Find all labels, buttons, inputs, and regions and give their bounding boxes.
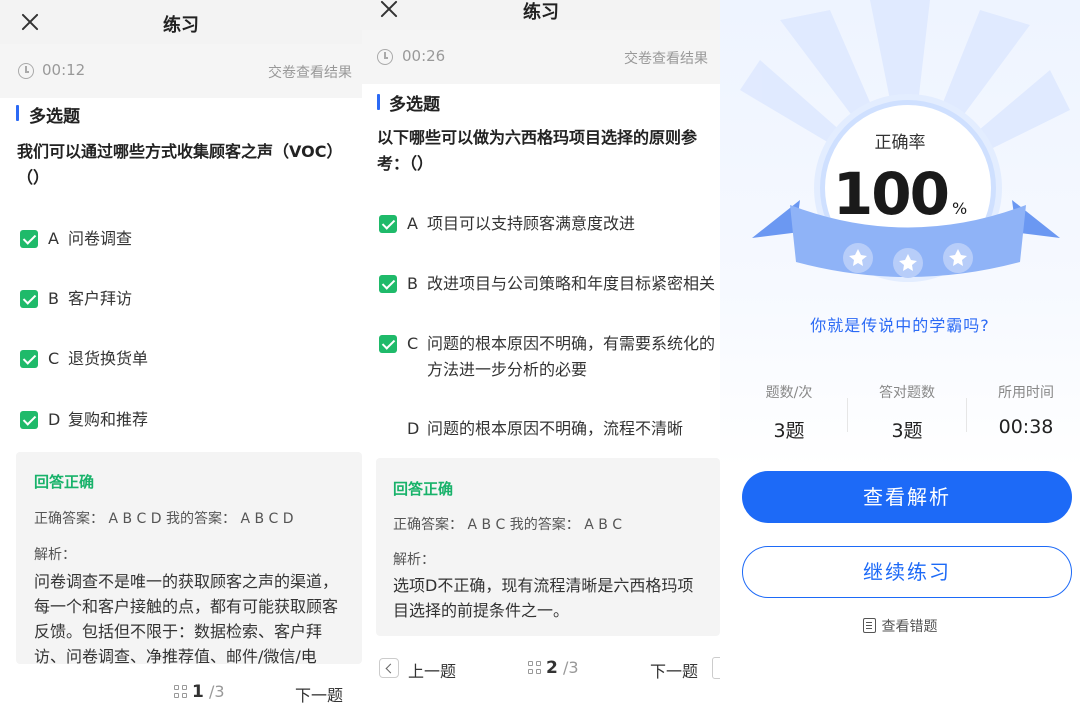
- header-bar: 练习: [362, 0, 720, 30]
- accuracy-label: 正确率: [874, 133, 926, 153]
- answer-line: 正确答案： A B C 我的答案： A B C: [393, 517, 623, 533]
- option-text: 退货换货单: [68, 349, 149, 368]
- prev-question-button[interactable]: 上一题: [408, 658, 456, 682]
- analysis-label: 解析：: [393, 552, 435, 568]
- timer: 00:26: [402, 47, 446, 65]
- stat-value: 00:38: [998, 416, 1054, 438]
- page-total: /3: [562, 658, 579, 677]
- stat-label: 所用时间: [998, 385, 1054, 401]
- slogan-text: 你就是传说中的学霸吗?: [810, 316, 990, 335]
- page-title: 练习: [163, 15, 199, 36]
- clock-icon: [377, 49, 393, 65]
- stat-label: 答对题数: [879, 385, 935, 401]
- page-total: /3: [208, 682, 225, 701]
- checkbox-checked-icon[interactable]: [379, 215, 397, 233]
- result-panel: 正确率 100% 你就是传说中的学霸吗? 题数/次 3题 答对题数 3题 所用时…: [720, 0, 1080, 720]
- checkbox-checked-icon[interactable]: [20, 411, 38, 429]
- answer-analysis-box: 回答正确 正确答案： A B C D 我的答案： A B C D 解析： 问卷调…: [16, 452, 362, 666]
- footer-nav: 1 /3 下一题: [0, 672, 362, 712]
- analysis-label: 解析：: [34, 547, 76, 563]
- checkbox-checked-icon[interactable]: [20, 230, 38, 248]
- question-type: 多选题: [389, 95, 440, 115]
- answer-line: 正确答案： A B C D 我的答案： A B C D: [34, 511, 294, 527]
- question-line-1: 我们可以通过哪些方式收集顾客之声（VOC）: [17, 142, 343, 161]
- option-text: 客户拜访: [68, 289, 133, 308]
- page-current: 2: [546, 658, 558, 678]
- question-line-2: 考：（）: [377, 154, 434, 173]
- page-indicator: 1 /3: [192, 682, 225, 702]
- timer-bar: 00:12 交卷查看结果: [0, 44, 362, 98]
- analysis-line: 问卷调查不是唯一的获取顾客之声的渠道，: [34, 572, 339, 591]
- analysis-line: 反馈。包括但不限于：数据检索、客户拜: [34, 622, 323, 641]
- page-indicator: 2 /3: [546, 658, 579, 678]
- stat-value: 3题: [773, 420, 805, 442]
- option-letter: A: [48, 229, 59, 248]
- timer: 00:12: [42, 61, 86, 79]
- grid-icon[interactable]: [174, 685, 188, 699]
- stat-value: 3题: [891, 420, 923, 442]
- option-text: 改进项目与公司策略和年度目标紧密相关: [427, 274, 716, 293]
- option-letter: D: [407, 419, 420, 438]
- next-question-button[interactable]: 下一题: [650, 658, 698, 682]
- checkbox-checked-icon[interactable]: [379, 335, 397, 353]
- grid-icon[interactable]: [528, 661, 542, 675]
- option-letter: B: [48, 289, 59, 308]
- stat-correct-count: 答对题数 3题: [848, 382, 966, 443]
- accuracy-value: 100%: [720, 160, 1080, 228]
- analysis-line: 访、问卷调查、净推荐值、邮件/微信/电: [34, 647, 317, 666]
- practice-panel-1: 练习 00:12 交卷查看结果 多选题 我们可以通过哪些方式收集顾客之声（VOC…: [0, 0, 362, 720]
- option-text: 问卷调查: [68, 229, 133, 248]
- checkbox-checked-icon[interactable]: [20, 350, 38, 368]
- question-line-2: （）: [17, 168, 50, 187]
- checkbox-checked-icon[interactable]: [20, 290, 38, 308]
- accuracy-unit: %: [951, 199, 968, 218]
- analysis-line: 每一个和客户接触的点，都有可能获取顾客: [34, 597, 339, 616]
- stat-question-count: 题数/次 3题: [730, 382, 848, 443]
- submit-view-results-link[interactable]: 交卷查看结果: [624, 48, 708, 68]
- option-letter: C: [407, 334, 419, 353]
- view-errors-label: 查看错题: [881, 619, 938, 635]
- option-letter: C: [48, 349, 60, 368]
- page-title: 练习: [523, 2, 559, 23]
- option-text: 问题的根本原因不明确，流程不清晰: [427, 419, 684, 438]
- option-letter: A: [407, 214, 418, 233]
- analysis-line: 目选择的前提条件之一。: [393, 601, 570, 620]
- analysis-line: 选项D不正确，现有流程清晰是六西格玛项: [393, 576, 694, 595]
- question-type-marker: [16, 105, 19, 121]
- submit-view-results-link[interactable]: 交卷查看结果: [268, 62, 352, 82]
- option-text: 方法进一步分析的必要: [427, 360, 588, 379]
- result-label: 回答正确: [34, 473, 95, 491]
- next-question-button[interactable]: 下一题: [295, 682, 343, 706]
- footer-nav: 上一题 2 /3 下一题: [362, 648, 720, 688]
- option-text: 问题的根本原因不明确，有需要系统化的: [427, 334, 716, 353]
- answer-analysis-box: 回答正确 正确答案： A B C 我的答案： A B C 解析： 选项D不正确，…: [376, 458, 720, 636]
- checkbox-checked-icon[interactable]: [379, 275, 397, 293]
- stat-label: 题数/次: [765, 385, 813, 401]
- stat-time-used: 所用时间 00:38: [967, 382, 1080, 438]
- next-arrow-icon[interactable]: [712, 657, 720, 679]
- option-text: 项目可以支持顾客满意度改进: [427, 214, 636, 233]
- option-letter: D: [48, 410, 61, 429]
- accuracy-number: 100: [832, 160, 950, 228]
- header-bar: 练习: [0, 0, 362, 44]
- page-current: 1: [192, 682, 204, 702]
- option-text: 复购和推荐: [68, 410, 149, 429]
- question-type-marker: [377, 94, 380, 110]
- question-line-1: 以下哪些可以做为六西格玛项目选择的原则参: [377, 128, 698, 147]
- view-errors-link[interactable]: 查看错题: [720, 616, 1080, 636]
- question-type: 多选题: [29, 107, 80, 127]
- timer-bar: 00:26 交卷查看结果: [362, 30, 720, 84]
- result-label: 回答正确: [393, 480, 454, 498]
- practice-panel-2: 练习 00:26 交卷查看结果 多选题 以下哪些可以做为六西格玛项目选择的原则参…: [362, 0, 720, 720]
- continue-practice-button[interactable]: 继续练习: [742, 546, 1072, 598]
- document-icon: [862, 618, 876, 633]
- clock-icon: [18, 63, 34, 79]
- option-letter: B: [407, 274, 418, 293]
- view-analysis-button[interactable]: 查看解析: [742, 471, 1072, 523]
- chevron-left-icon[interactable]: [379, 658, 399, 678]
